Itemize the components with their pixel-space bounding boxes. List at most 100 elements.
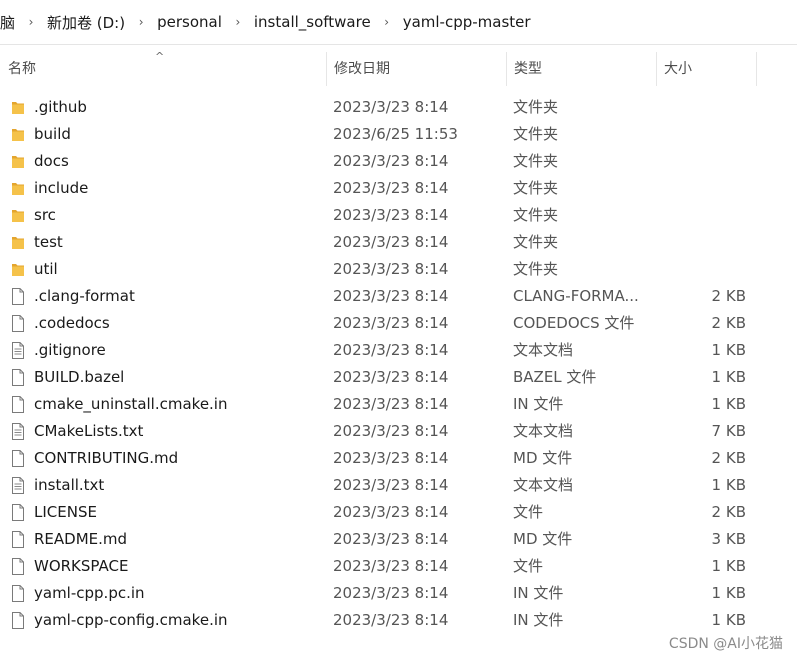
file-type: 文本文档: [513, 341, 574, 359]
file-size: 1 KB: [711, 341, 746, 359]
column-header-name[interactable]: 名称: [0, 52, 326, 86]
file-size: 3 KB: [711, 530, 746, 548]
text-file-icon: [11, 477, 25, 494]
file-name: yaml-cpp-config.cmake.in: [34, 611, 228, 629]
file-row[interactable]: include 2023/3/23 8:14 文件夹: [0, 175, 797, 202]
chevron-right-icon[interactable]: ›: [379, 15, 395, 29]
chevron-right-icon[interactable]: ›: [133, 15, 149, 29]
folder-icon: [11, 207, 25, 224]
file-name: .clang-format: [34, 287, 135, 305]
file-name: yaml-cpp.pc.in: [34, 584, 145, 602]
file-icon: [11, 450, 25, 467]
file-type: MD 文件: [513, 530, 573, 548]
file-type: 文件: [513, 557, 544, 575]
file-row[interactable]: README.md 2023/3/23 8:14 MD 文件 3 KB: [0, 526, 797, 553]
file-name: .codedocs: [34, 314, 110, 332]
file-row[interactable]: src 2023/3/23 8:14 文件夹: [0, 202, 797, 229]
file-size: 1 KB: [711, 557, 746, 575]
file-date: 2023/3/23 8:14: [333, 422, 449, 440]
file-type: CLANG-FORMA...: [513, 287, 639, 305]
breadcrumb-item-personal[interactable]: personal: [157, 13, 222, 31]
file-date: 2023/3/23 8:14: [333, 260, 449, 278]
file-size: 2 KB: [711, 503, 746, 521]
file-size: 1 KB: [711, 368, 746, 386]
file-date: 2023/3/23 8:14: [333, 503, 449, 521]
file-name: build: [34, 125, 71, 143]
folder-icon: [11, 153, 25, 170]
file-row[interactable]: WORKSPACE 2023/3/23 8:14 文件 1 KB: [0, 553, 797, 580]
file-date: 2023/3/23 8:14: [333, 287, 449, 305]
folder-icon: [11, 234, 25, 251]
breadcrumb-item-drive[interactable]: 新加卷 (D:): [47, 12, 125, 33]
file-row[interactable]: CONTRIBUTING.md 2023/3/23 8:14 MD 文件 2 KB: [0, 445, 797, 472]
file-row[interactable]: yaml-cpp.pc.in 2023/3/23 8:14 IN 文件 1 KB: [0, 580, 797, 607]
file-row[interactable]: .clang-format 2023/3/23 8:14 CLANG-FORMA..…: [0, 283, 797, 310]
file-icon: [11, 531, 25, 548]
file-type: IN 文件: [513, 611, 564, 629]
chevron-right-icon[interactable]: ›: [23, 15, 39, 29]
file-size: 1 KB: [711, 395, 746, 413]
breadcrumb-item-current-folder[interactable]: yaml-cpp-master: [403, 13, 531, 31]
column-divider[interactable]: [756, 52, 757, 86]
breadcrumb-item-this-pc[interactable]: 脑: [0, 12, 15, 33]
column-header-date[interactable]: 修改日期: [326, 52, 506, 86]
file-type: IN 文件: [513, 584, 564, 602]
file-date: 2023/3/23 8:14: [333, 152, 449, 170]
file-name: .github: [34, 98, 87, 116]
file-name: README.md: [34, 530, 128, 548]
file-name: WORKSPACE: [34, 557, 129, 575]
file-type: 文件夹: [513, 98, 559, 116]
file-row[interactable]: install.txt 2023/3/23 8:14 文本文档 1 KB: [0, 472, 797, 499]
file-name: install.txt: [34, 476, 105, 494]
file-row[interactable]: .gitignore 2023/3/23 8:14 文本文档 1 KB: [0, 337, 797, 364]
file-name: include: [34, 179, 89, 197]
file-name: test: [34, 233, 63, 251]
file-name: CMakeLists.txt: [34, 422, 144, 440]
file-row[interactable]: .github 2023/3/23 8:14 文件夹: [0, 94, 797, 121]
file-name: CONTRIBUTING.md: [34, 449, 179, 467]
file-date: 2023/3/23 8:14: [333, 341, 449, 359]
file-row[interactable]: CMakeLists.txt 2023/3/23 8:14 文本文档 7 KB: [0, 418, 797, 445]
file-icon: [11, 288, 25, 305]
column-header-row: ^ 名称 修改日期 类型 大小: [0, 51, 797, 86]
file-type: 文件夹: [513, 260, 559, 278]
file-icon: [11, 612, 25, 629]
file-row[interactable]: .codedocs 2023/3/23 8:14 CODEDOCS 文件 2 KB: [0, 310, 797, 337]
file-type: 文件夹: [513, 206, 559, 224]
file-size: 2 KB: [711, 314, 746, 332]
file-type: 文件夹: [513, 125, 559, 143]
file-row[interactable]: util 2023/3/23 8:14 文件夹: [0, 256, 797, 283]
file-row[interactable]: cmake_uninstall.cmake.in 2023/3/23 8:14 IN…: [0, 391, 797, 418]
file-date: 2023/3/23 8:14: [333, 449, 449, 467]
file-size: 1 KB: [711, 584, 746, 602]
file-name: BUILD.bazel: [34, 368, 125, 386]
address-bar[interactable]: 脑 › 新加卷 (D:) › personal › install_softwa…: [0, 0, 797, 45]
file-date: 2023/6/25 11:53: [333, 125, 458, 143]
file-type: IN 文件: [513, 395, 564, 413]
file-list: .github 2023/3/23 8:14 文件夹 build 2023/6/25 1…: [0, 94, 797, 634]
file-date: 2023/3/23 8:14: [333, 584, 449, 602]
file-icon: [11, 396, 25, 413]
column-header-type[interactable]: 类型: [506, 52, 656, 86]
file-date: 2023/3/23 8:14: [333, 179, 449, 197]
file-row[interactable]: BUILD.bazel 2023/3/23 8:14 BAZEL 文件 1 KB: [0, 364, 797, 391]
file-row[interactable]: build 2023/6/25 11:53 文件夹: [0, 121, 797, 148]
file-date: 2023/3/23 8:14: [333, 314, 449, 332]
file-icon: [11, 369, 25, 386]
file-date: 2023/3/23 8:14: [333, 530, 449, 548]
file-name: src: [34, 206, 56, 224]
file-row[interactable]: test 2023/3/23 8:14 文件夹: [0, 229, 797, 256]
chevron-right-icon[interactable]: ›: [230, 15, 246, 29]
file-row[interactable]: docs 2023/3/23 8:14 文件夹: [0, 148, 797, 175]
file-icon: [11, 558, 25, 575]
column-header-size[interactable]: 大小: [656, 52, 756, 86]
folder-icon: [11, 180, 25, 197]
file-type: 文本文档: [513, 422, 574, 440]
file-row[interactable]: LICENSE 2023/3/23 8:14 文件 2 KB: [0, 499, 797, 526]
file-date: 2023/3/23 8:14: [333, 476, 449, 494]
watermark: CSDN @AI小花猫: [668, 636, 783, 652]
breadcrumb-item-install-software[interactable]: install_software: [254, 13, 371, 31]
file-type: BAZEL 文件: [513, 368, 597, 386]
file-row[interactable]: yaml-cpp-config.cmake.in 2023/3/23 8:14 IN…: [0, 607, 797, 634]
file-icon: [11, 315, 25, 332]
